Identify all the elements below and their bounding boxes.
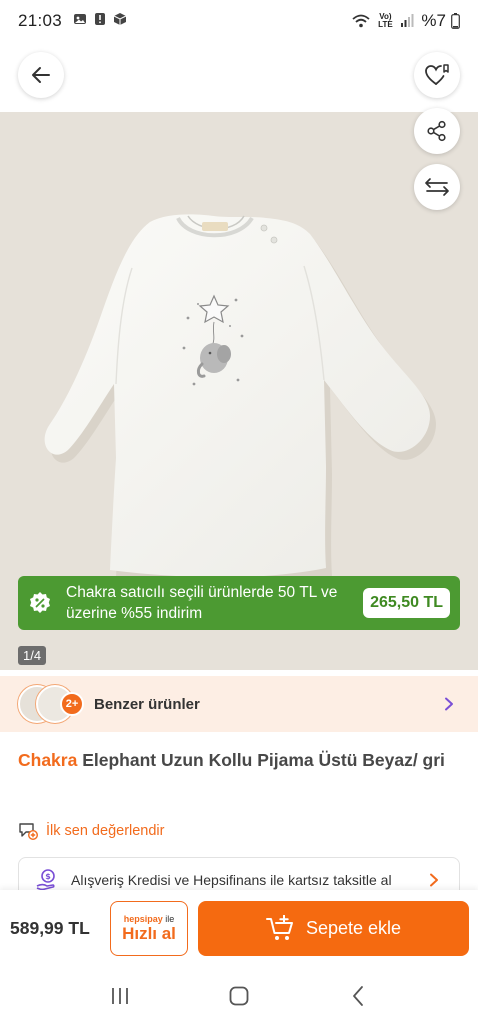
- hepsipay-suffix: ile: [165, 913, 175, 924]
- home-button[interactable]: [219, 981, 259, 1011]
- recent-apps-icon: [111, 988, 128, 1004]
- rate-first-link[interactable]: İlk sen değerlendir: [18, 821, 165, 841]
- add-to-cart-label: Sepete ekle: [305, 918, 402, 938]
- similar-products-label: Benzer ürünler: [94, 695, 200, 713]
- back-button[interactable]: [18, 52, 64, 98]
- signal-icon: [400, 14, 414, 28]
- similar-count-badge: 2+: [60, 692, 84, 716]
- status-bar: 21:03 Vo) LTE %7: [0, 0, 478, 42]
- quick-buy-label: Hızlı al: [122, 923, 176, 943]
- shirt-illustration: [44, 214, 437, 586]
- similar-thumbnails: 2+: [18, 684, 90, 724]
- gallery-notification-icon: [73, 11, 87, 31]
- image-counter: 1/4: [18, 646, 47, 665]
- wifi-icon: [352, 14, 371, 28]
- promo-banner[interactable]: Chakra satıcılı seçili ürünlerde 50 TL v…: [18, 576, 460, 630]
- hepsipay-brand: hepsipay: [123, 913, 163, 924]
- heart-list-icon: [425, 64, 449, 85]
- product-price: 589,99 TL: [10, 918, 90, 938]
- package-notification-icon: [113, 11, 127, 31]
- product-page: 21:03 Vo) LTE %7 Chakra satıcılı seçili …: [0, 0, 478, 1024]
- product-brand-link[interactable]: Chakra: [18, 750, 77, 770]
- chevron-right-icon: [430, 873, 438, 886]
- credit-installment-text: Alışveriş Kredisi ve Hepsifinans ile kar…: [71, 871, 392, 888]
- status-left: 21:03: [18, 11, 127, 31]
- alert-notification-icon: [94, 11, 106, 31]
- compare-button[interactable]: [414, 164, 460, 210]
- quick-buy-button[interactable]: hepsipay ile Hızlı al: [110, 901, 188, 956]
- lte-label: Vo) LTE: [378, 12, 393, 29]
- product-title: Chakra Elephant Uzun Kollu Pijama Üstü B…: [18, 746, 458, 775]
- add-to-cart-button[interactable]: Sepete ekle: [198, 901, 469, 956]
- chevron-right-icon: [445, 697, 453, 711]
- hepsipay-label: hepsipay ile: [124, 914, 175, 924]
- add-review-icon: [19, 823, 38, 840]
- svg-text:$: $: [45, 872, 51, 881]
- share-button[interactable]: [414, 108, 460, 154]
- promo-price-badge: 265,50 TL: [363, 588, 450, 618]
- battery-percent: %7: [421, 11, 446, 30]
- similar-products-row[interactable]: 2+ Benzer ürünler: [0, 676, 478, 732]
- promo-text: Chakra satıcılı seçili ürünlerde 50 TL v…: [66, 584, 338, 622]
- discount-badge-icon: [30, 592, 50, 613]
- add-to-cart-icon: [265, 914, 293, 940]
- arrow-left-icon: [32, 67, 50, 83]
- purchase-bar: 589,99 TL hepsipay ile Hızlı al Sepete e…: [0, 890, 478, 968]
- product-image: [38, 208, 438, 608]
- status-time: 21:03: [18, 11, 63, 30]
- status-right: Vo) LTE %7: [352, 11, 460, 31]
- compare-arrows-icon: [425, 178, 449, 196]
- rate-first-label: İlk sen değerlendir: [46, 823, 165, 839]
- system-back-button[interactable]: [338, 981, 378, 1011]
- home-icon: [229, 986, 249, 1006]
- share-icon: [427, 120, 446, 142]
- credit-installment-icon: $: [36, 868, 55, 890]
- chevron-left-icon: [353, 986, 364, 1006]
- recent-apps-button[interactable]: [100, 981, 140, 1011]
- favorite-list-button[interactable]: [414, 52, 460, 98]
- battery-icon: [451, 13, 460, 29]
- top-header: [0, 42, 478, 112]
- system-navigation-bar: [0, 968, 478, 1024]
- product-name: Elephant Uzun Kollu Pijama Üstü Beyaz/ g…: [82, 750, 445, 770]
